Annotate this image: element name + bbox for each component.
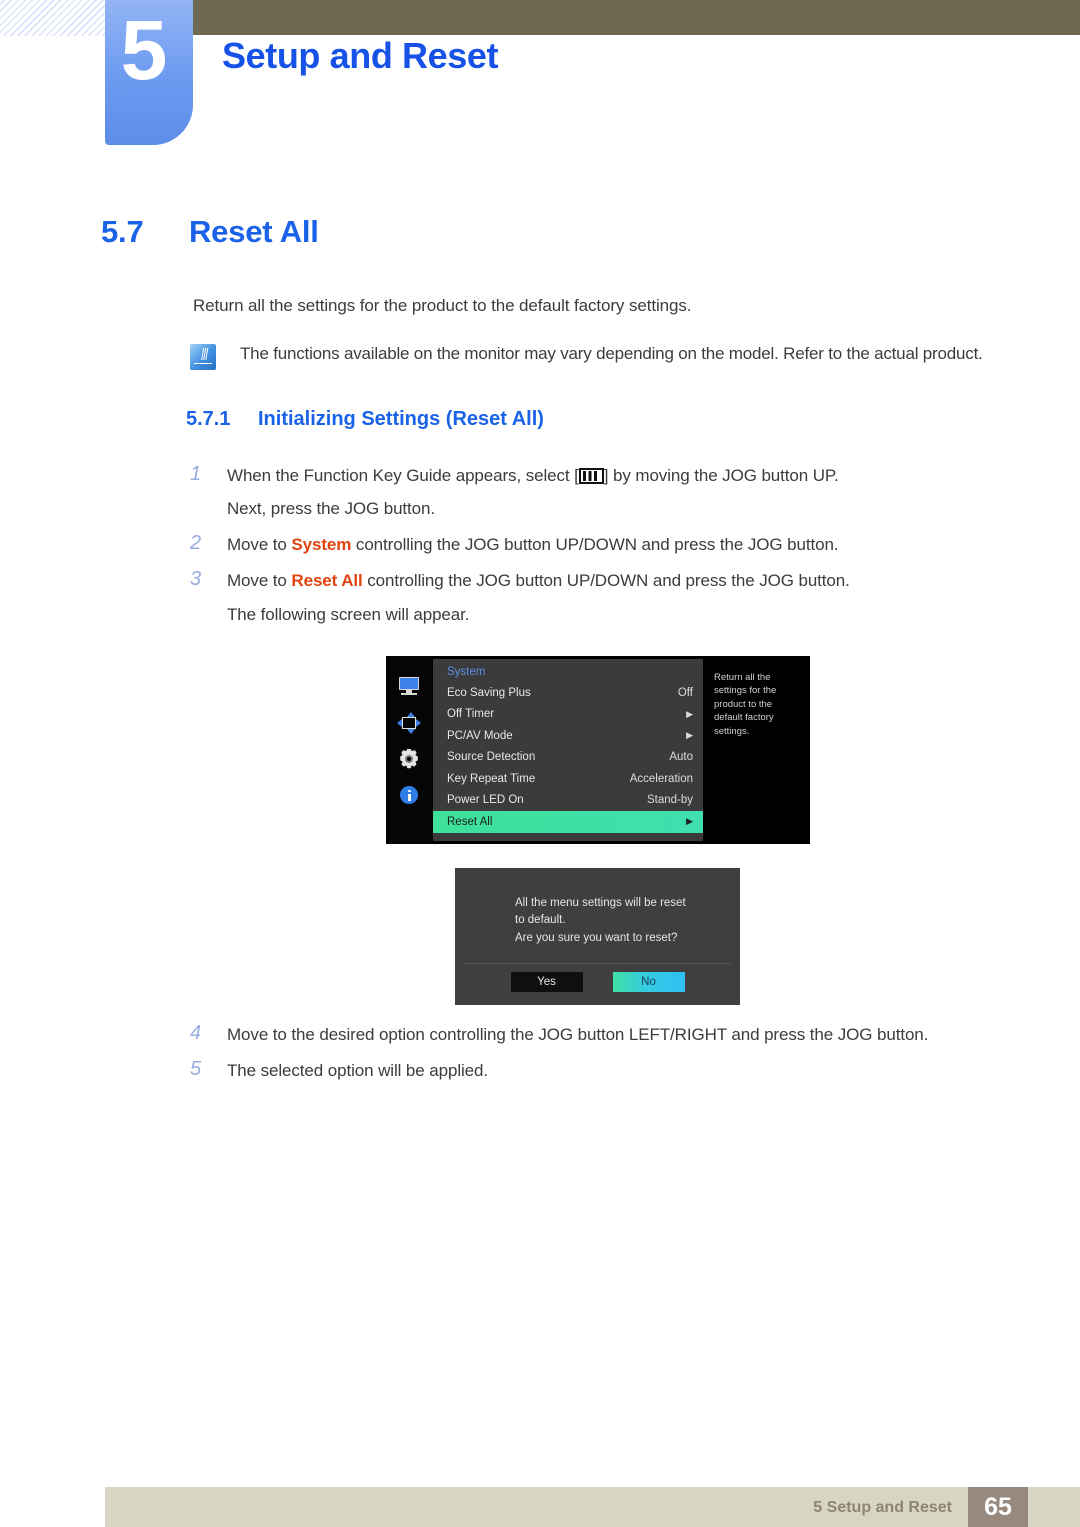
step-text-pre: Move to xyxy=(227,571,292,591)
osd-row-value: Stand-by xyxy=(646,794,693,807)
chevron-right-icon: ▶ xyxy=(686,708,693,719)
step-text: Move to Reset All controlling the JOG bu… xyxy=(227,564,850,630)
dialog-separator xyxy=(464,963,731,964)
monitor-icon xyxy=(397,676,421,698)
chevron-right-icon: ▶ xyxy=(686,816,693,827)
step-number: 1 xyxy=(190,463,202,485)
osd-row-value: Off xyxy=(677,686,693,699)
step-text-post: controlling the JOG button UP/DOWN and p… xyxy=(362,571,850,591)
note-callout: The functions available on the monitor m… xyxy=(190,343,1020,370)
step-text: Move to System controlling the JOG butto… xyxy=(227,528,839,561)
section-number: 5.7 xyxy=(101,214,144,249)
osd-row-label: Off Timer xyxy=(447,708,495,721)
step-text: The selected option will be applied. xyxy=(227,1061,489,1081)
osd-row-label: PC/AV Mode xyxy=(447,729,513,742)
osd-row-value: Auto xyxy=(669,751,693,764)
osd-row-label: Source Detection xyxy=(447,751,536,764)
reset-confirm-dialog: All the menu settings will be reset to d… xyxy=(455,868,740,1005)
section-intro-text: Return all the settings for the product … xyxy=(193,296,692,315)
step-text-post: ] by moving the JOG button UP. xyxy=(603,466,839,485)
dialog-line-2: to default. xyxy=(515,914,566,927)
step-text-pre: When the Function Key Guide appears, sel… xyxy=(227,466,579,485)
osd-row-source-detection[interactable]: Source Detection Auto xyxy=(433,747,703,769)
step-number: 4 xyxy=(190,1022,202,1044)
no-button[interactable]: No xyxy=(612,972,685,992)
section-title: Reset All xyxy=(189,214,319,249)
osd-menu-title: System xyxy=(447,666,486,678)
list-item: 2 Move to System controlling the JOG but… xyxy=(190,528,1020,561)
subsection-number: 5.7.1 xyxy=(186,408,231,430)
step-subtext: Next, press the JOG button. xyxy=(227,499,436,519)
osd-row-label: Power LED On xyxy=(447,794,524,807)
step-number: 2 xyxy=(190,532,202,555)
step-text-pre: Move to xyxy=(227,535,292,555)
list-item: 5 The selected option will be applied. xyxy=(190,1054,1020,1087)
osd-row-key-repeat-time[interactable]: Key Repeat Time Acceleration xyxy=(433,768,703,790)
osd-description-panel: Return all the settings for the product … xyxy=(706,659,806,841)
list-item: 1 When the Function Key Guide appears, s… xyxy=(190,459,1020,525)
steps-list-bottom: 4 Move to the desired option controlling… xyxy=(190,1018,1020,1090)
step-number: 5 xyxy=(190,1058,202,1081)
picture-size-icon xyxy=(397,712,421,734)
subsection-title: Initializing Settings (Reset All) xyxy=(258,408,544,430)
footer-chapter-label: 5 Setup and Reset xyxy=(813,1499,952,1516)
osd-row-reset-all[interactable]: Reset All ▶ xyxy=(433,811,703,833)
note-pencil-icon xyxy=(190,344,216,370)
step-subtext: The following screen will appear. xyxy=(227,604,470,624)
step-highlight-system: System xyxy=(291,535,352,555)
step-text-post: controlling the JOG button UP/DOWN and p… xyxy=(351,535,839,555)
osd-row-value: Acceleration xyxy=(629,772,693,785)
page-number: 65 xyxy=(968,1487,1028,1527)
system-gear-icon xyxy=(397,748,421,770)
step-text: Move to the desired option controlling t… xyxy=(227,1025,929,1044)
information-icon xyxy=(397,784,421,806)
steps-list-top: 1 When the Function Key Guide appears, s… xyxy=(190,459,1020,634)
step-highlight-reset-all: Reset All xyxy=(291,571,363,591)
dialog-message: All the menu settings will be reset to d… xyxy=(455,868,740,947)
chapter-number: 5 xyxy=(120,3,168,97)
osd-menu-figure: System Eco Saving Plus Off Off Timer ▶ P… xyxy=(386,656,810,844)
dialog-line-3: Are you sure you want to reset? xyxy=(515,931,678,944)
osd-row-power-led-on[interactable]: Power LED On Stand-by xyxy=(433,790,703,812)
osd-icon-rail xyxy=(386,656,432,844)
function-key-guide-icon xyxy=(578,468,604,484)
list-item: 3 Move to Reset All controlling the JOG … xyxy=(190,564,1020,630)
note-text: The functions available on the monitor m… xyxy=(240,344,983,363)
yes-button[interactable]: Yes xyxy=(510,972,583,992)
step-text: When the Function Key Guide appears, sel… xyxy=(227,459,839,525)
dialog-line-1: All the menu settings will be reset xyxy=(515,897,686,909)
chapter-title: Setup and Reset xyxy=(222,35,499,76)
subsection-heading: 5.7.1 Initializing Settings (Reset All) xyxy=(186,408,544,431)
osd-panel: System Eco Saving Plus Off Off Timer ▶ P… xyxy=(433,659,703,841)
step-number: 3 xyxy=(190,568,202,591)
osd-row-off-timer[interactable]: Off Timer ▶ xyxy=(433,704,703,726)
header-olive-bar xyxy=(193,0,1080,35)
chevron-right-icon: ▶ xyxy=(686,730,693,741)
osd-row-eco-saving-plus[interactable]: Eco Saving Plus Off xyxy=(433,682,703,704)
dialog-button-group: Yes No xyxy=(455,972,740,992)
list-item: 4 Move to the desired option controlling… xyxy=(190,1018,1020,1051)
osd-row-label: Reset All xyxy=(447,815,493,828)
osd-row-label: Eco Saving Plus xyxy=(447,686,531,699)
section-heading: 5.7 Reset All xyxy=(101,214,319,250)
osd-row-pc-av-mode[interactable]: PC/AV Mode ▶ xyxy=(433,725,703,747)
chapter-tab: 5 xyxy=(105,0,193,145)
osd-row-label: Key Repeat Time xyxy=(447,772,536,785)
